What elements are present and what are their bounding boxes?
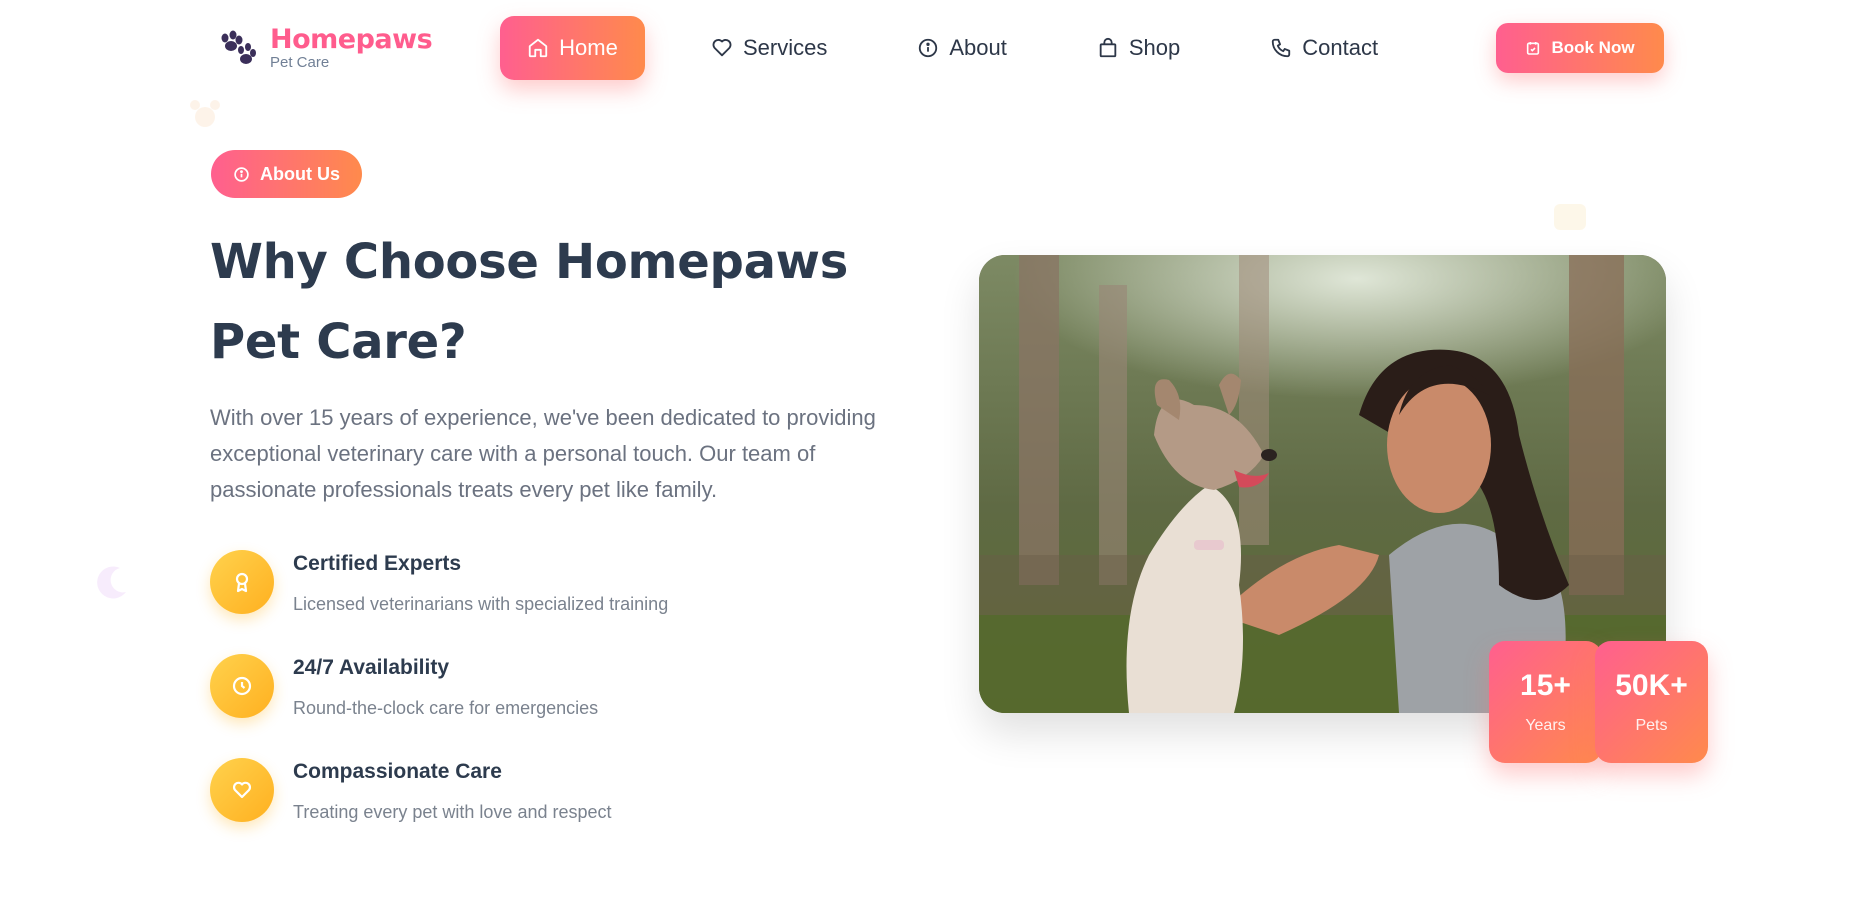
- brand-tagline: Pet Care: [270, 54, 330, 71]
- about-us-badge: About Us: [211, 150, 362, 198]
- about-badge-label: About Us: [260, 163, 340, 184]
- feature-desc: Licensed veterinarians with specialized …: [293, 594, 669, 614]
- brand-name: Homepaws: [270, 24, 433, 55]
- section-description: With over 15 years of experience, we've …: [210, 405, 876, 502]
- stat-label: Years: [1525, 717, 1566, 734]
- book-now-label: Book Now: [1551, 38, 1635, 57]
- brand-logo[interactable]: Homepaws Pet Care: [216, 24, 433, 71]
- stat-label: Pets: [1635, 717, 1668, 734]
- info-icon: [234, 166, 249, 182]
- nav-about[interactable]: About: [893, 16, 1031, 80]
- nav-contact-label: Contact: [1302, 35, 1379, 60]
- heart-icon: [210, 758, 274, 822]
- decor-paw-icon: [190, 100, 220, 127]
- decor-moon-icon: [97, 566, 126, 599]
- bag-icon: [1099, 37, 1117, 58]
- book-now-button[interactable]: Book Now: [1496, 23, 1664, 73]
- nav-about-label: About: [949, 35, 1007, 60]
- heart-icon: [712, 39, 732, 57]
- nav-services[interactable]: Services: [687, 16, 851, 80]
- clock-icon: [210, 654, 274, 718]
- feature-title: Certified Experts: [293, 552, 462, 575]
- nav-services-label: Services: [743, 35, 828, 60]
- home-icon: [528, 38, 548, 58]
- site-header: Homepaws Pet Care Home Services About Sh…: [0, 0, 1873, 96]
- feature-title: 24/7 Availability: [293, 656, 450, 679]
- info-icon: [919, 38, 938, 58]
- paw-logo-icon: [216, 26, 260, 70]
- nav-contact[interactable]: Contact: [1246, 16, 1402, 80]
- decor-bone-icon: [1554, 204, 1586, 230]
- calendar-check-icon: [1527, 42, 1540, 55]
- phone-icon: [1272, 38, 1291, 58]
- nav-shop[interactable]: Shop: [1073, 16, 1204, 80]
- feature-title: Compassionate Care: [293, 760, 502, 783]
- stat-pets: 50K+ Pets: [1595, 641, 1708, 763]
- main-nav: Home Services About Shop Contact: [500, 16, 1402, 80]
- stat-value: 50K+: [1615, 669, 1688, 702]
- section-title: Why Choose Homepaws Pet Care?: [210, 234, 848, 370]
- nav-home[interactable]: Home: [500, 16, 645, 80]
- nav-shop-label: Shop: [1128, 35, 1181, 60]
- stat-years: 15+ Years: [1489, 641, 1602, 763]
- feature-desc: Round-the-clock care for emergencies: [293, 698, 599, 718]
- stat-value: 15+: [1520, 669, 1571, 702]
- nav-home-label: Home: [559, 35, 618, 60]
- award-icon: [210, 550, 274, 614]
- feature-desc: Treating every pet with love and respect: [293, 802, 612, 822]
